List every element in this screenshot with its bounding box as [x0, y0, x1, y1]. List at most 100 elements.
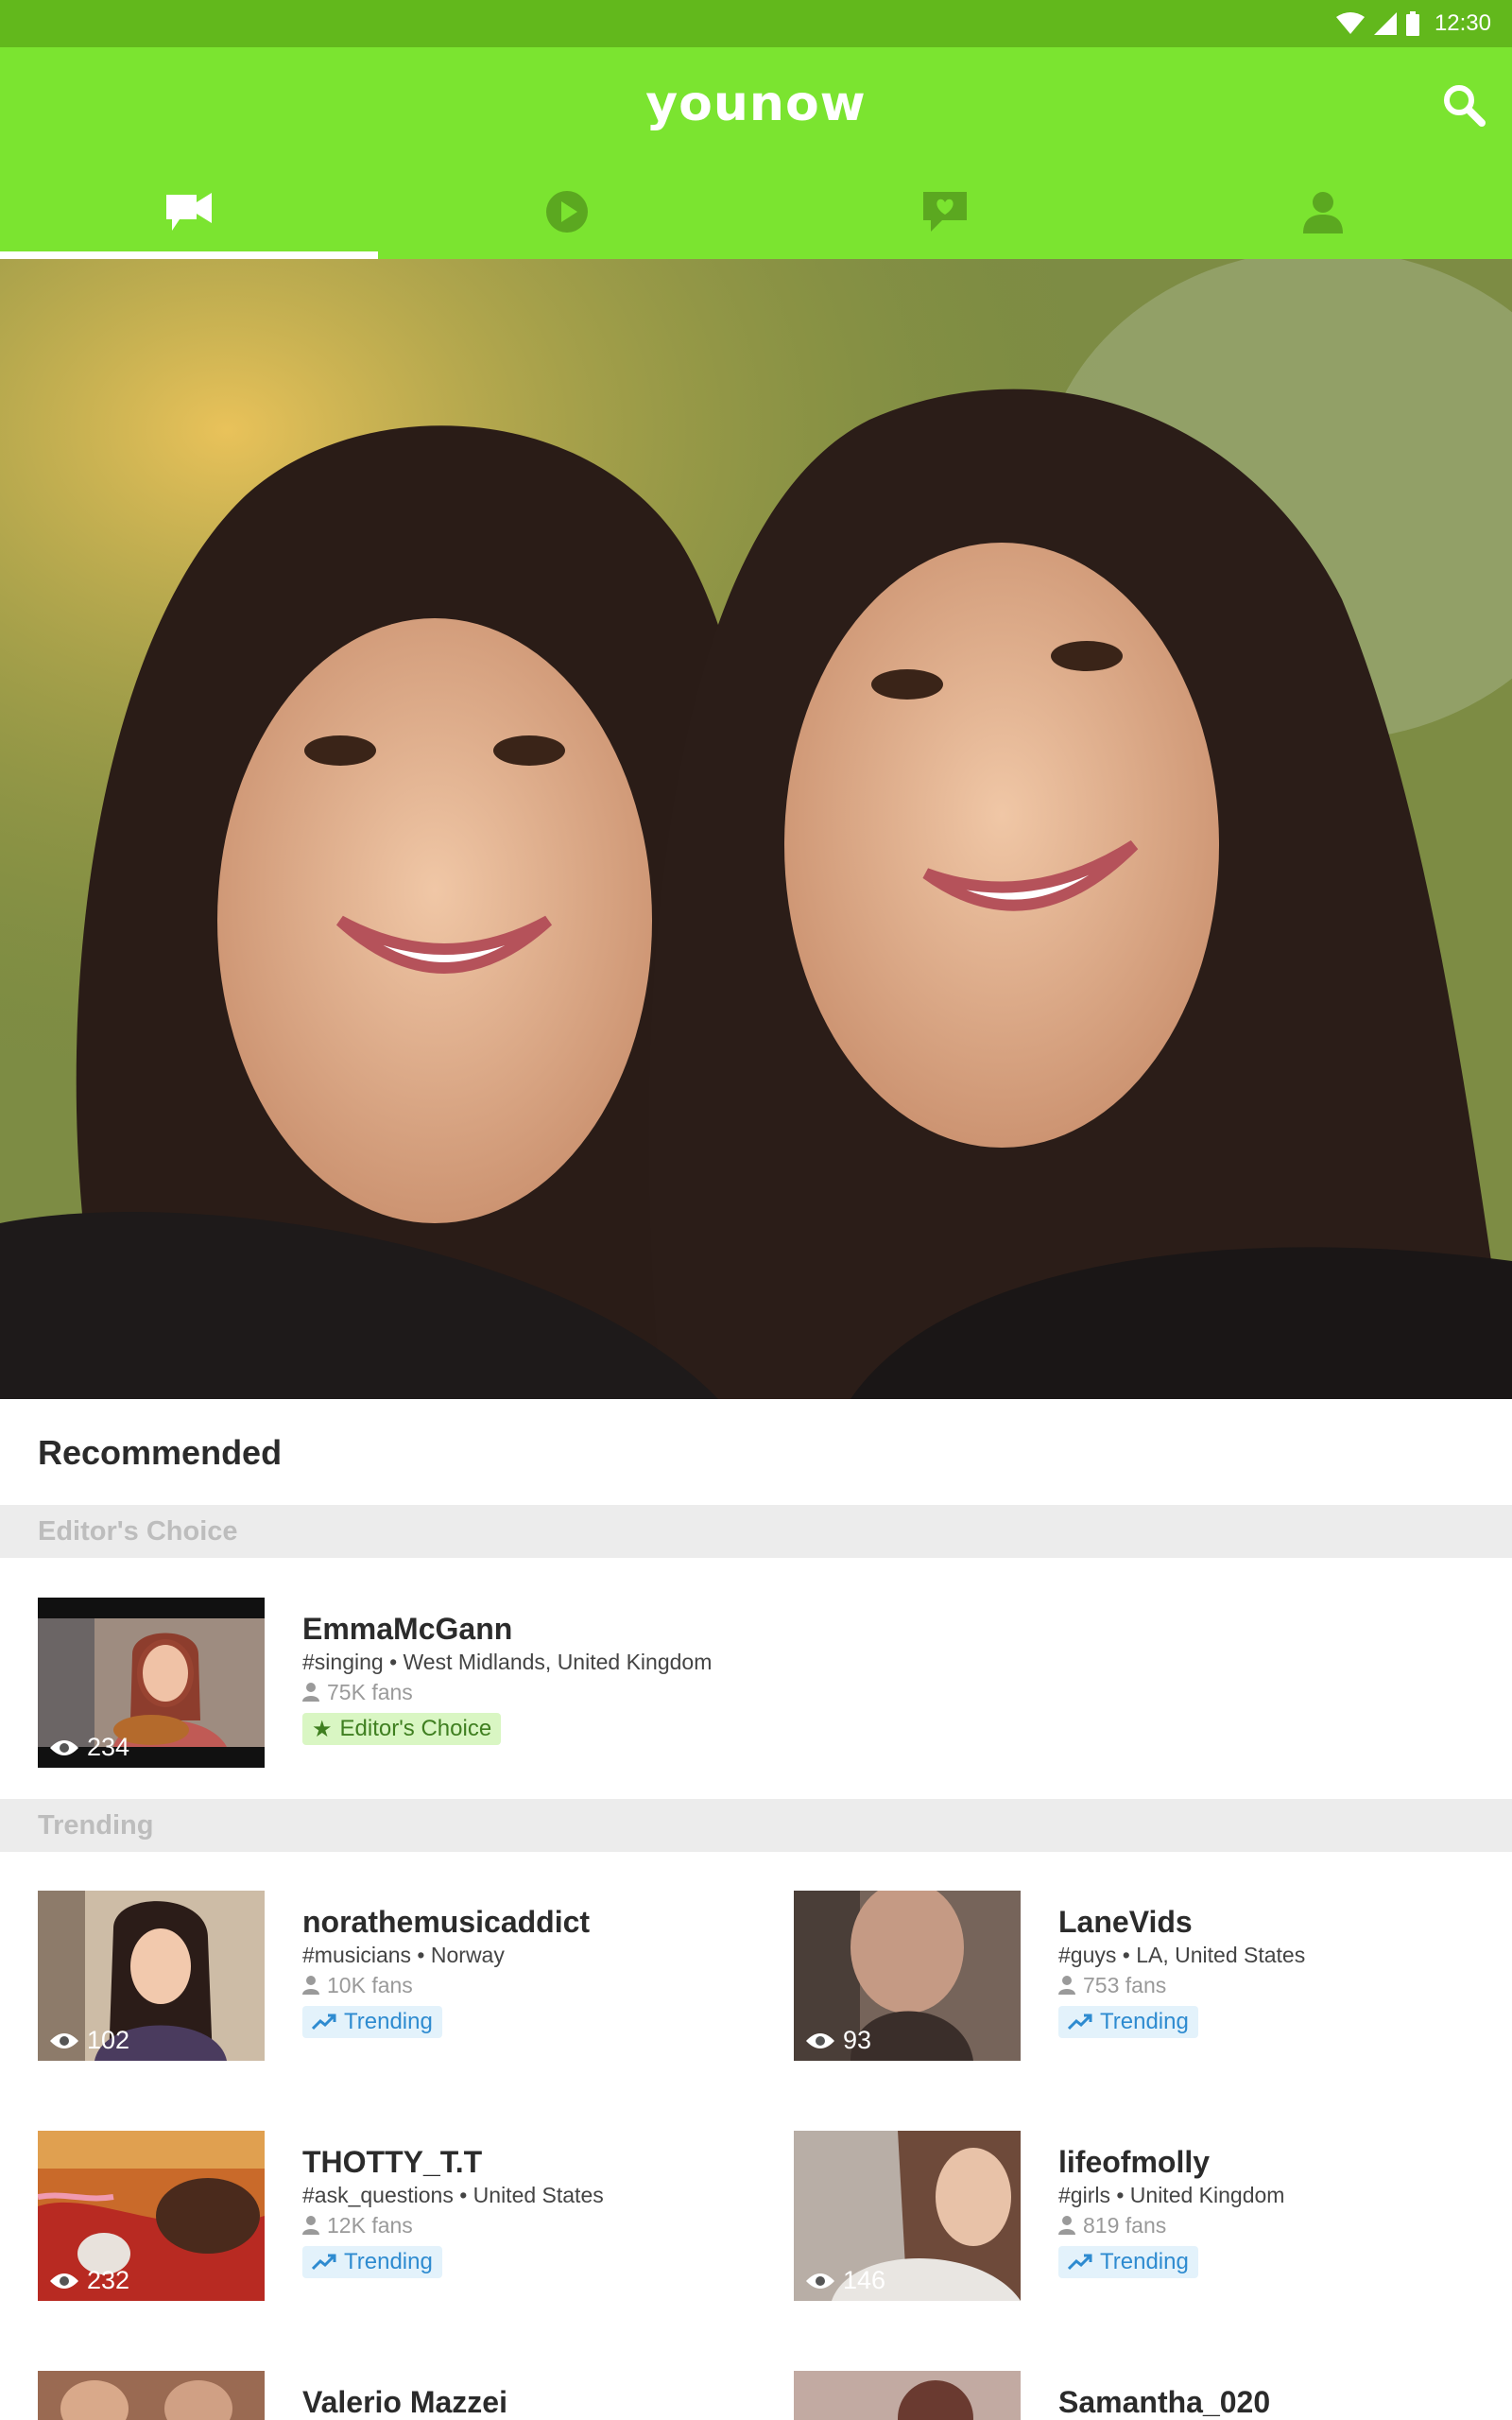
trending-up-icon [312, 2014, 336, 2031]
broadcaster-name: EmmaMcGann [302, 1612, 513, 1646]
broadcaster-name: THOTTY_T.T [302, 2145, 483, 2179]
badge-label: Trending [1100, 2249, 1189, 2274]
battery-icon [1405, 11, 1419, 36]
tab-messages[interactable] [756, 164, 1134, 259]
trending-badge: Trending [1058, 2246, 1198, 2278]
trending-badge: Trending [302, 2246, 442, 2278]
view-count-value: 146 [843, 2266, 886, 2294]
eye-icon [806, 2273, 834, 2289]
video-camera-icon [166, 193, 212, 231]
featured-photo [0, 259, 1512, 1399]
broadcaster-name: lifeofmolly [1058, 2145, 1211, 2179]
tab-videos[interactable] [378, 164, 756, 259]
view-count: 234 [49, 1733, 129, 1762]
status-time: 12:30 [1434, 10, 1491, 36]
badge-label: Trending [344, 2249, 433, 2274]
fan-count-value: 753 fans [1083, 1973, 1167, 1997]
eye-icon [806, 2032, 834, 2048]
broadcast-info: Samantha_020 [1058, 2384, 1493, 2420]
trending-header: Trending [0, 1799, 1512, 1852]
fan-count: 10K fans [302, 1970, 775, 2000]
broadcast-card-emmamcgann[interactable]: 234 EmmaMcGann #singing • West Midlands,… [38, 1598, 794, 1768]
featured-broadcast-image[interactable] [0, 259, 1512, 1399]
view-count-value: 93 [843, 2026, 872, 2054]
broadcaster-name: norathemusicaddict [302, 1905, 591, 1939]
fan-count: 819 fans [1058, 2210, 1512, 2240]
person-icon [302, 1976, 319, 1995]
broadcast-thumbnail [38, 2371, 265, 2420]
app-bar: younow [0, 47, 1512, 259]
broadcast-thumbnail: 146 [794, 2131, 1021, 2301]
broadcast-thumbnail: 102 [38, 1891, 265, 2061]
trending-up-icon [312, 2254, 336, 2271]
eye-icon [50, 2032, 78, 2048]
person-icon [1058, 1976, 1075, 1995]
broadcaster-name: Valerio Mazzei [302, 2385, 507, 2419]
app-logo: younow [645, 76, 867, 132]
view-count-value: 102 [87, 2026, 130, 2054]
section-title-recommended: Recommended [38, 1433, 283, 1472]
tab-live[interactable] [0, 164, 378, 259]
broadcast-thumbnail: 232 [38, 2131, 265, 2301]
badge-label: Trending [1100, 2009, 1189, 2034]
fan-count-value: 12K fans [327, 2213, 413, 2238]
broadcast-thumbnail [794, 2371, 1021, 2420]
editors-choice-label: Editor's Choice [38, 1516, 238, 1547]
broadcast-info: norathemusicaddict #musicians • Norway 1… [302, 1904, 775, 2038]
fan-count: 753 fans [1058, 1970, 1512, 2000]
view-count: 232 [49, 2266, 129, 2295]
broadcast-card-norathemusicaddict[interactable]: 102 norathemusicaddict #musicians • Norw… [38, 1891, 756, 2061]
tab-bar [0, 164, 1512, 259]
trending-badge: Trending [302, 2006, 442, 2038]
fan-count-value: 819 fans [1083, 2213, 1167, 2238]
broadcast-info: Valerio Mazzei [302, 2384, 756, 2420]
eye-icon [50, 2273, 78, 2289]
view-count-value: 234 [87, 1733, 130, 1761]
broadcast-tag-location: #ask_questions • United States [302, 2183, 604, 2207]
star-icon: ★ [312, 1716, 333, 1742]
badge-label: Trending [344, 2009, 433, 2034]
broadcast-info: lifeofmolly #girls • United Kingdom 819 … [1058, 2144, 1512, 2278]
profile-icon [1303, 192, 1343, 233]
trending-up-icon [1068, 2254, 1092, 2271]
wifi-icon [1335, 12, 1365, 34]
fan-count-value: 75K fans [327, 1680, 413, 1704]
tab-indicator [0, 251, 378, 259]
broadcast-card-thotty-t-t[interactable]: 232 THOTTY_T.T #ask_questions • United S… [38, 2131, 756, 2301]
broadcast-thumbnail: 93 [794, 1891, 1021, 2061]
broadcast-card-lifeofmolly[interactable]: 146 lifeofmolly #girls • United Kingdom … [794, 2131, 1493, 2301]
tab-profile[interactable] [1134, 164, 1512, 259]
broadcast-card-valerio-mazzei[interactable]: Valerio Mazzei [38, 2371, 756, 2420]
status-icons: 12:30 [1335, 9, 1491, 38]
status-bar: 12:30 [0, 0, 1512, 47]
person-icon [302, 2216, 319, 2235]
broadcast-tag-location: #singing • West Midlands, United Kingdom [302, 1650, 713, 1674]
broadcaster-name: Samantha_020 [1058, 2385, 1271, 2419]
play-icon [546, 191, 588, 233]
broadcast-info: EmmaMcGann #singing • West Midlands, Uni… [302, 1611, 775, 1745]
broadcast-info: THOTTY_T.T #ask_questions • United State… [302, 2144, 775, 2278]
broadcast-card-samantha-020[interactable]: Samantha_020 [794, 2371, 1493, 2420]
person-icon [1058, 2216, 1075, 2235]
broadcast-card-lanevids[interactable]: 93 LaneVids #guys • LA, United States 75… [794, 1891, 1493, 2061]
broadcast-tag-location: #guys • LA, United States [1058, 1943, 1306, 1967]
view-count: 146 [805, 2266, 885, 2295]
broadcaster-name: LaneVids [1058, 1905, 1193, 1939]
signal-icon [1373, 12, 1397, 35]
fan-count: 12K fans [302, 2210, 775, 2240]
editors-choice-header: Editor's Choice [0, 1505, 1512, 1558]
person-icon [302, 1683, 319, 1702]
fan-count: 75K fans [302, 1677, 775, 1707]
trending-up-icon [1068, 2014, 1092, 2031]
broadcast-thumbnail: 234 [38, 1598, 265, 1768]
broadcast-info: LaneVids #guys • LA, United States 753 f… [1058, 1904, 1512, 2038]
chat-heart-icon [923, 192, 967, 232]
badge-label: Editor's Choice [339, 1716, 492, 1741]
search-icon[interactable] [1440, 81, 1487, 129]
view-count-value: 232 [87, 2266, 130, 2294]
view-count: 93 [805, 2026, 871, 2055]
broadcast-tag-location: #musicians • Norway [302, 1943, 505, 1967]
broadcast-tag-location: #girls • United Kingdom [1058, 2183, 1285, 2207]
thumbnail-image [794, 2371, 1021, 2420]
editors-choice-badge: ★ Editor's Choice [302, 1713, 502, 1745]
